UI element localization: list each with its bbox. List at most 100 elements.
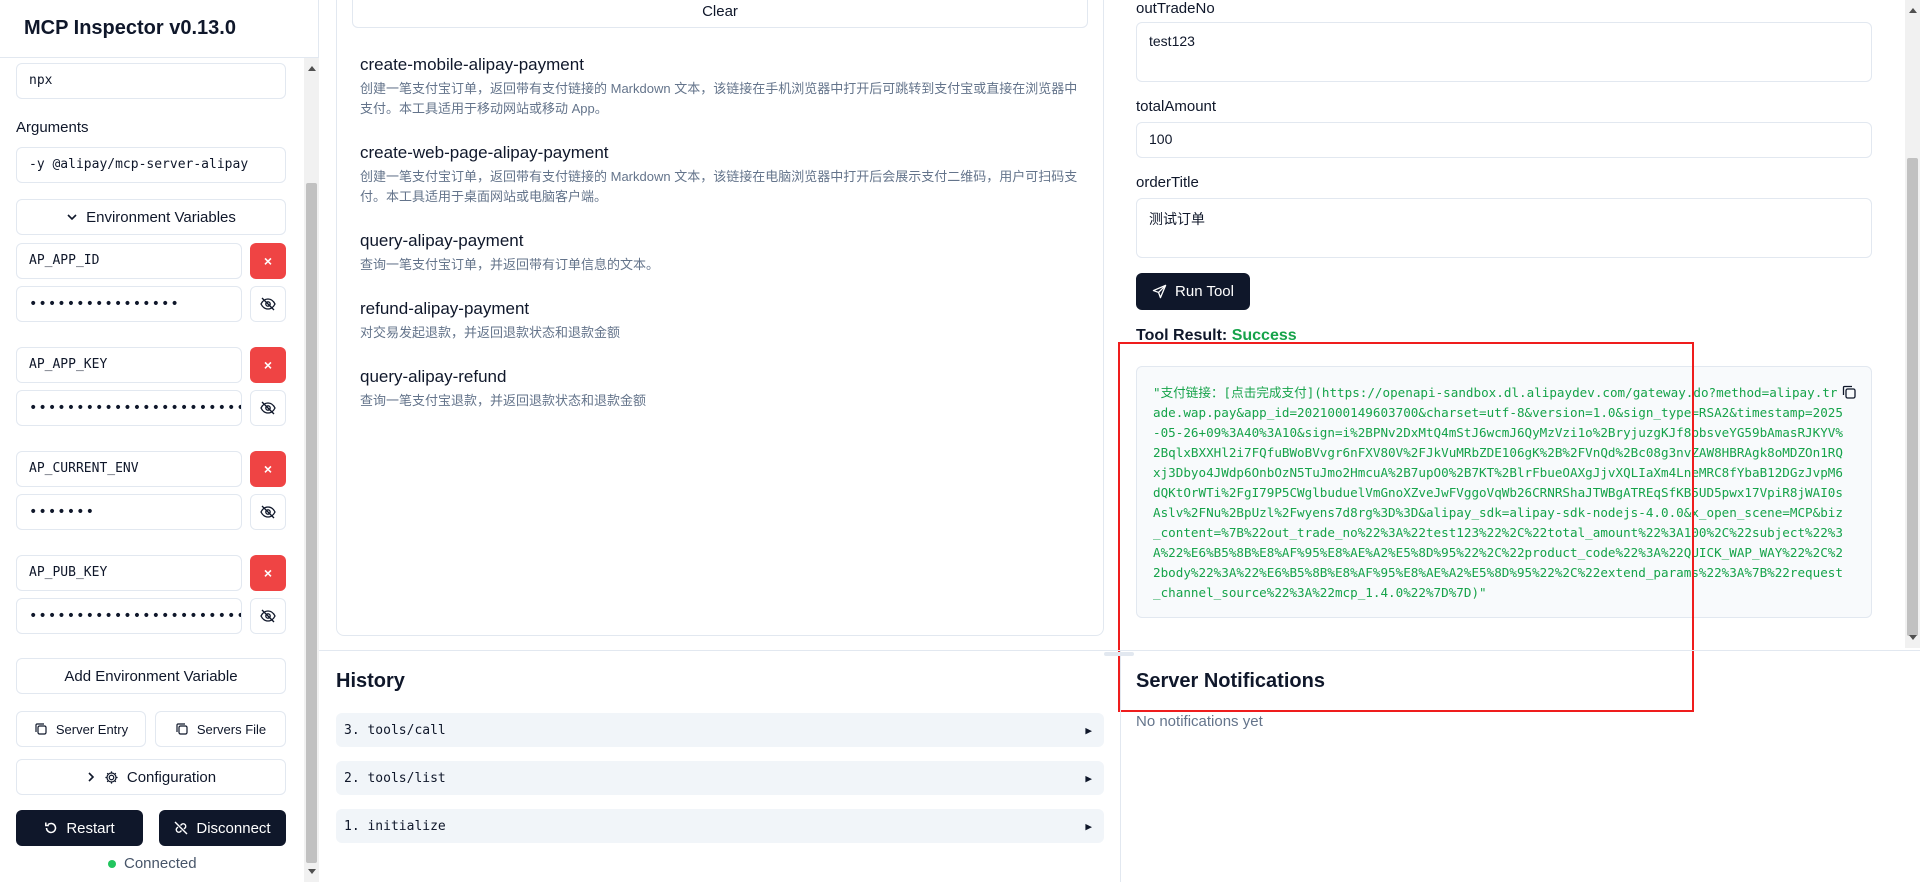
close-icon: × <box>263 565 273 581</box>
close-icon: × <box>263 357 273 373</box>
tool-result-heading: Tool Result: Success <box>1136 327 1297 345</box>
send-icon <box>1152 284 1167 299</box>
eye-off-icon <box>260 297 276 311</box>
history-item[interactable]: 1. initialize ▶ <box>336 809 1104 843</box>
tool-list-item[interactable]: create-mobile-alipay-payment 创建一笔支付宝订单，返… <box>360 55 1080 119</box>
notifications-title: Server Notifications <box>1136 670 1325 692</box>
tool-description: 创建一笔支付宝订单，返回带有支付链接的 Markdown 文本，该链接在手机浏览… <box>360 81 1078 116</box>
scroll-up-icon[interactable] <box>1909 8 1917 13</box>
app-title: MCP Inspector v0.13.0 <box>24 17 236 39</box>
out-trade-no-input[interactable]: test123 <box>1136 22 1872 82</box>
close-icon: × <box>263 253 273 269</box>
arguments-label: Arguments <box>16 119 89 136</box>
env-vars-toggle-button[interactable]: Environment Variables <box>16 199 286 235</box>
env-value-input[interactable]: •••••••••••••••••••••••••• <box>16 598 242 634</box>
arguments-input[interactable]: -y @alipay/mcp-server-alipay <box>16 147 286 183</box>
history-item-label: 1. initialize <box>344 818 446 834</box>
tool-name: refund-alipay-payment <box>360 299 530 318</box>
chevron-down-icon <box>67 214 77 221</box>
panel-divider-vertical <box>1120 651 1121 882</box>
env-key-input[interactable]: AP_APP_ID <box>16 243 242 279</box>
scroll-up-icon[interactable] <box>308 66 316 71</box>
history-item[interactable]: 2. tools/list ▶ <box>336 761 1104 795</box>
remove-env-button[interactable]: × <box>250 451 286 487</box>
eye-off-icon <box>260 609 276 623</box>
servers-file-label: Servers File <box>196 721 267 737</box>
sidebar-scroll-thumb[interactable] <box>306 183 317 863</box>
toggle-visibility-button[interactable] <box>250 390 286 426</box>
disconnect-label: Disconnect <box>196 819 271 837</box>
tool-name: create-web-page-alipay-payment <box>360 143 609 162</box>
tool-result-box: "支付链接：[点击完成支付](https://openapi-sandbox.d… <box>1136 366 1872 618</box>
configuration-label: Configuration <box>126 768 217 786</box>
sidebar-scroll-area: npx Arguments -y @alipay/mcp-server-alip… <box>0 58 304 882</box>
tool-list-item[interactable]: create-web-page-alipay-payment 创建一笔支付宝订单… <box>360 143 1080 207</box>
field-label: outTradeNo <box>1136 0 1215 17</box>
env-value-input[interactable]: •••••••••••••••••••••••••• <box>16 390 242 426</box>
tool-list-item[interactable]: refund-alipay-payment 对交易发起退款，并返回退款状态和退款… <box>360 299 1080 343</box>
tool-name: query-alipay-refund <box>360 367 507 386</box>
expand-icon: ▶ <box>1085 819 1092 833</box>
expand-icon: ▶ <box>1085 771 1092 785</box>
env-value-input[interactable]: ••••••• <box>16 494 242 530</box>
resize-handle[interactable] <box>1104 652 1134 656</box>
notifications-empty-text: No notifications yet <box>1136 713 1263 730</box>
restart-button[interactable]: Restart <box>16 810 143 846</box>
main-scrollbar[interactable] <box>1905 0 1920 648</box>
tool-description: 查询一笔支付宝订单，并返回带有订单信息的文本。 <box>360 257 660 272</box>
sidebar-scrollbar[interactable] <box>304 58 319 882</box>
remove-env-button[interactable]: × <box>250 243 286 279</box>
history-item[interactable]: 3. tools/call ▶ <box>336 713 1104 747</box>
servers-file-button[interactable]: Servers File <box>155 711 286 747</box>
command-input[interactable]: npx <box>16 63 286 99</box>
main-scroll-thumb[interactable] <box>1907 158 1918 636</box>
field-label: orderTitle <box>1136 174 1199 191</box>
eye-off-icon <box>260 505 276 519</box>
total-amount-input[interactable]: 100 <box>1136 122 1872 158</box>
scroll-down-icon[interactable] <box>1909 635 1917 640</box>
copy-icon[interactable] <box>1841 384 1857 400</box>
clear-button[interactable]: Clear <box>352 0 1088 28</box>
env-value-input[interactable]: •••••••••••••••• <box>16 286 242 322</box>
expand-icon: ▶ <box>1085 723 1092 737</box>
status-dot-icon <box>108 859 116 868</box>
field-label: totalAmount <box>1136 98 1217 115</box>
run-tool-label: Run Tool <box>1175 283 1234 300</box>
tool-result-text: "支付链接：[点击完成支付](https://openapi-sandbox.d… <box>1153 385 1843 600</box>
configuration-toggle-button[interactable]: Configuration <box>16 759 286 795</box>
tool-name: create-mobile-alipay-payment <box>360 55 584 74</box>
chevron-right-icon <box>88 772 95 782</box>
toggle-visibility-button[interactable] <box>250 598 286 634</box>
add-env-var-button[interactable]: Add Environment Variable <box>16 658 286 694</box>
env-key-input[interactable]: AP_APP_KEY <box>16 347 242 383</box>
restart-label: Restart <box>66 819 115 837</box>
eye-off-icon <box>260 401 276 415</box>
sidebar-header: MCP Inspector v0.13.0 <box>0 0 319 58</box>
order-title-input[interactable]: 测试订单 <box>1136 198 1872 258</box>
env-key-input[interactable]: AP_PUB_KEY <box>16 555 242 591</box>
tool-description: 创建一笔支付宝订单，返回带有支付链接的 Markdown 文本，该链接在电脑浏览… <box>360 169 1078 204</box>
server-entry-button[interactable]: Server Entry <box>16 711 146 747</box>
copy-icon <box>35 723 47 735</box>
connection-status: Connected <box>108 855 197 872</box>
env-key-input[interactable]: AP_CURRENT_ENV <box>16 451 242 487</box>
history-item-label: 2. tools/list <box>344 770 446 786</box>
tool-name: query-alipay-payment <box>360 231 524 250</box>
toggle-visibility-button[interactable] <box>250 286 286 322</box>
toggle-visibility-button[interactable] <box>250 494 286 530</box>
remove-env-button[interactable]: × <box>250 347 286 383</box>
tool-description: 查询一笔支付宝退款，并返回退款状态和退款金额 <box>360 393 647 408</box>
disconnect-button[interactable]: Disconnect <box>159 810 286 846</box>
tool-result-label: Tool Result: <box>1136 327 1228 344</box>
tool-list-item[interactable]: query-alipay-payment 查询一笔支付宝订单，并返回带有订单信息… <box>360 231 1080 275</box>
close-icon: × <box>263 461 273 477</box>
gear-icon <box>105 770 118 784</box>
server-entry-label: Server Entry <box>55 721 129 737</box>
sidebar: MCP Inspector v0.13.0 npx Arguments -y @… <box>0 0 319 882</box>
tool-list-item[interactable]: query-alipay-refund 查询一笔支付宝退款，并返回退款状态和退款… <box>360 367 1080 411</box>
scroll-down-icon[interactable] <box>308 869 316 874</box>
remove-env-button[interactable]: × <box>250 555 286 591</box>
run-tool-button[interactable]: Run Tool <box>1136 273 1250 310</box>
env-vars-toggle-label: Environment Variables <box>86 208 236 226</box>
unplug-icon <box>174 821 188 835</box>
